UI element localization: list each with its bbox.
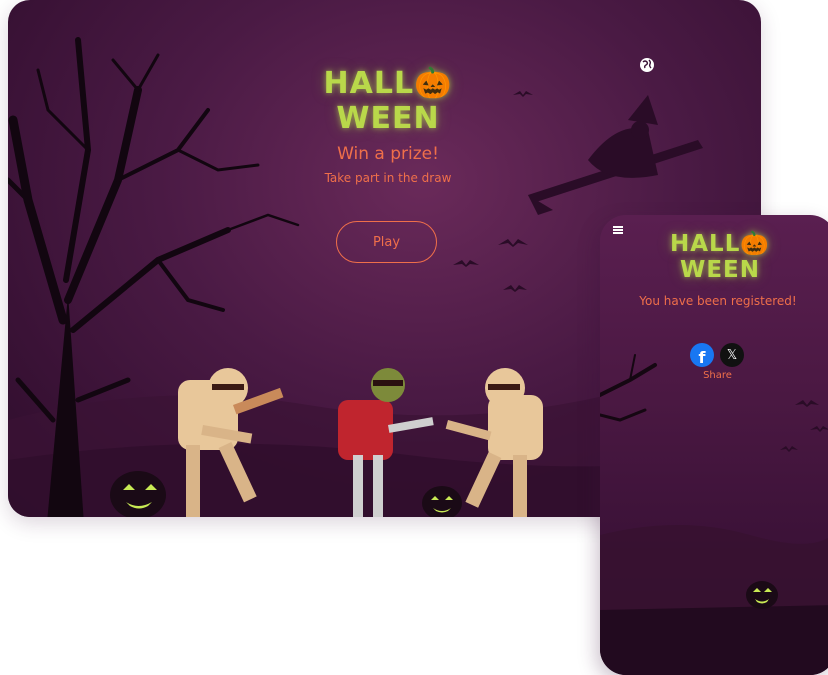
halloween-logo-mobile: HALL🎃WEEN xyxy=(670,231,770,283)
win-prize-heading: Win a prize! xyxy=(337,144,439,164)
mobile-preview-card: HALL🎃WEEN You have been registered! f 𝕏 … xyxy=(600,215,828,675)
globe-icon[interactable] xyxy=(639,57,655,73)
registration-confirmation: You have been registered! xyxy=(639,294,797,308)
halloween-logo: HALL🎃WEEN xyxy=(323,66,453,136)
hamburger-menu-icon[interactable] xyxy=(613,226,623,234)
x-icon[interactable]: 𝕏 xyxy=(720,343,744,367)
halloween-mobile-background xyxy=(600,354,828,675)
share-label: Share xyxy=(703,370,732,381)
facebook-icon[interactable]: f xyxy=(690,343,714,367)
draw-subheading: Take part in the draw xyxy=(324,171,452,185)
play-button[interactable]: Play xyxy=(336,221,437,263)
